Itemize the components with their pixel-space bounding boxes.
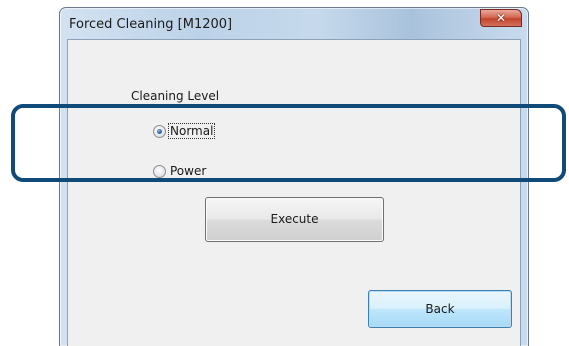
radio-option-power[interactable]: Power [153,164,207,178]
radio-option-normal[interactable]: Normal [153,123,216,139]
title-bar[interactable]: Forced Cleaning [M1200] ✕ [60,8,528,40]
execute-button[interactable]: Execute [205,197,384,242]
back-button[interactable]: Back [368,290,512,328]
window-title: Forced Cleaning [M1200] [69,17,233,32]
back-button-label: Back [425,302,455,316]
radio-normal-icon[interactable] [153,124,166,138]
cleaning-level-label: Cleaning Level [131,89,220,103]
execute-button-label: Execute [270,212,319,226]
radio-power-label[interactable]: Power [169,164,207,178]
forced-cleaning-dialog: Forced Cleaning [M1200] ✕ Cleaning Level… [59,7,529,346]
radio-normal-label[interactable]: Normal [167,123,216,139]
dialog-client-area: Cleaning Level Normal Power Execute Back [67,39,521,346]
close-icon: ✕ [495,11,507,25]
screenshot-stage: Forced Cleaning [M1200] ✕ Cleaning Level… [0,0,569,346]
radio-power-icon[interactable] [153,164,166,178]
close-button[interactable]: ✕ [480,9,522,27]
